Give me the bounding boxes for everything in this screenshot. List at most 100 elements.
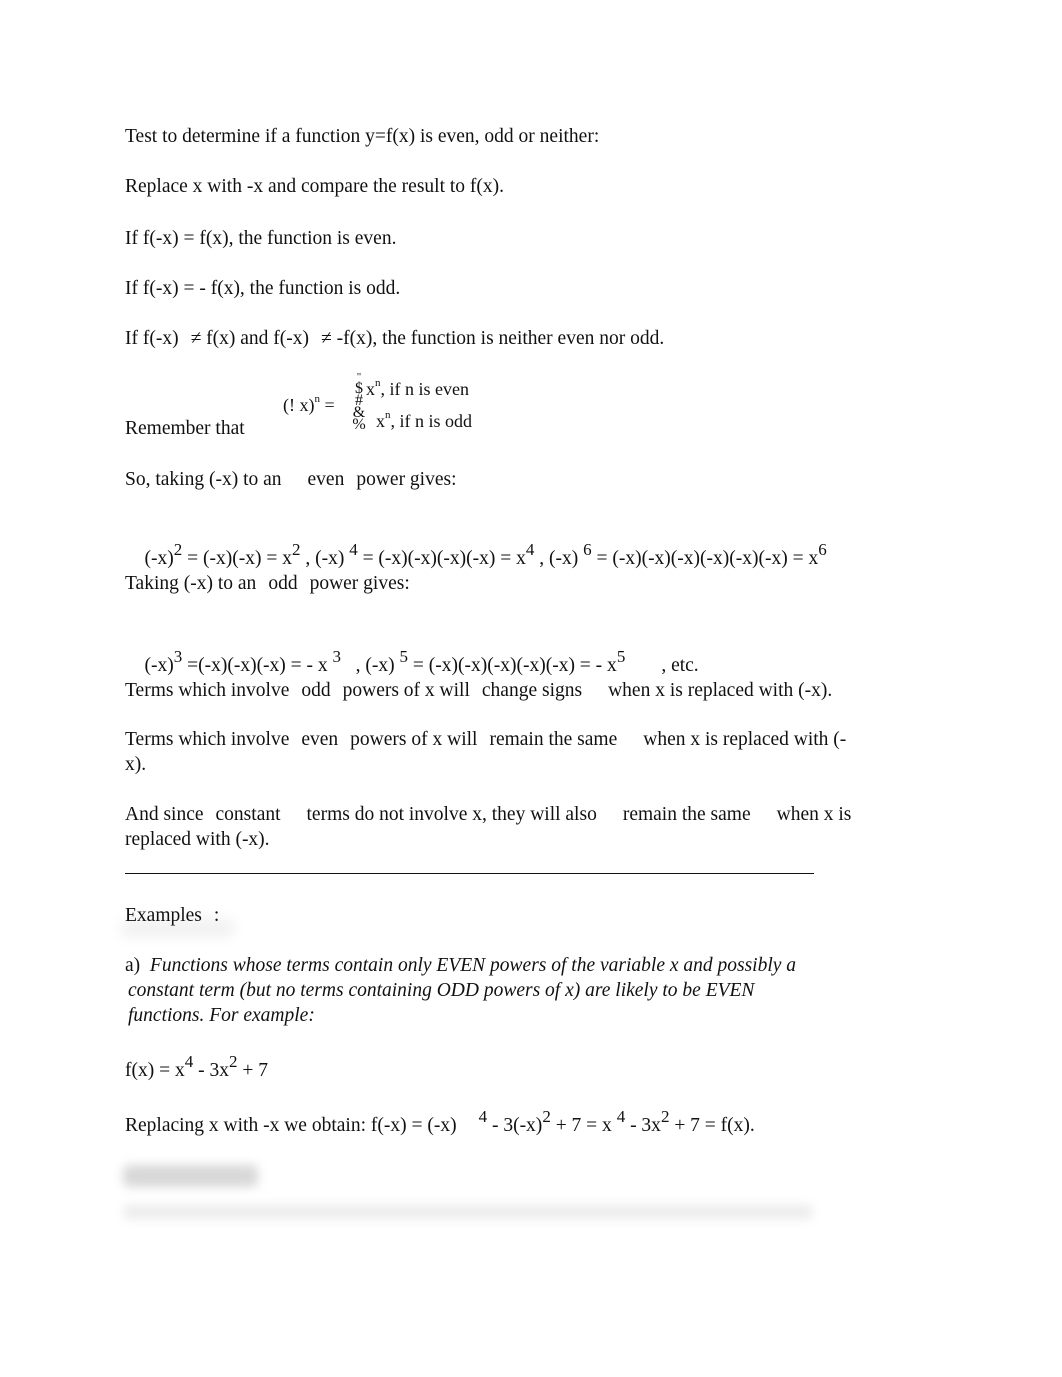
neither-part3: ≠ -f(x), the function is neither even no… xyxy=(321,328,665,349)
equation: (-x) 4 = (-x)(-x)(-x)(-x) = x4 , xyxy=(315,540,549,569)
fx-part: f(x) = x xyxy=(125,1060,185,1081)
emph: even xyxy=(301,729,339,750)
example-a-label: a) xyxy=(125,955,141,976)
emph: constant xyxy=(215,804,281,825)
etc-text: , etc. xyxy=(661,655,699,676)
text: And since xyxy=(125,804,204,825)
blurred-divider xyxy=(123,1205,813,1219)
example-fx: f(x) = x4 - 3x2 + 7 xyxy=(125,1052,268,1083)
heading-emph: even xyxy=(307,469,345,490)
fx-part: - 3x xyxy=(193,1060,229,1081)
even-power-heading: So, taking (-x) to an even power gives: xyxy=(125,467,457,492)
rep-exp: 2 xyxy=(542,1107,551,1126)
rep-exp: 4 xyxy=(478,1107,488,1126)
equation: (-x)2 = (-x)(-x) = x2 , xyxy=(144,540,316,569)
rep-exp: 2 xyxy=(660,1107,670,1126)
rep-part: + 7 = f(x). xyxy=(669,1115,755,1136)
intro-title: Test to determine if a function y=f(x) i… xyxy=(125,126,600,147)
rep-exp: 4 xyxy=(616,1107,626,1126)
heading-part: Taking (-x) to an xyxy=(125,573,257,594)
example-a-line2: constant term (but no terms containing O… xyxy=(128,980,755,1001)
equation: (-x) 5 = (-x)(-x)(-x)(-x)(-x) = - x5 xyxy=(365,647,625,676)
eq-lhs: (-x) xyxy=(365,655,400,676)
text: Terms which involve xyxy=(125,680,290,701)
constant-terms: And since constant terms do not involve x,… xyxy=(125,802,851,827)
case-odd-base: x xyxy=(376,411,385,431)
equation: (-x) 6 = (-x)(-x)(-x)(-x)(-x)(-x) = x6 xyxy=(548,540,827,569)
case-odd-text: , if n is odd xyxy=(390,411,473,431)
eq-lhs-exp: 6 xyxy=(583,540,592,559)
case-even-exp: n xyxy=(375,377,381,389)
neither-part1: If f(-x) xyxy=(125,328,179,349)
case-even: xn, if n is even xyxy=(366,377,469,405)
terms-even-cont: x). xyxy=(125,754,147,775)
equals-sign: = xyxy=(324,395,335,415)
text: Terms which involve xyxy=(125,729,290,750)
examples-heading: Examples: xyxy=(125,903,219,928)
case-even-text: , if n is even xyxy=(380,379,469,399)
even-rule: If f(-x) = f(x), the function is even. xyxy=(125,228,397,249)
lhs-exp: n xyxy=(314,393,320,405)
heading-part: power gives: xyxy=(309,573,410,594)
text: powers of x will xyxy=(350,729,478,750)
case-even-base: x xyxy=(366,379,375,399)
odd-power-heading: Taking (-x) to an odd power gives: xyxy=(125,571,410,596)
eq-rhs-exp: 3 xyxy=(332,647,342,666)
eq-rhs-exp: 6 xyxy=(818,540,827,559)
emph: change signs xyxy=(481,680,583,701)
text: when x is replaced with (-x). xyxy=(608,680,833,701)
eq-mid: =(-x)(-x)(-x) = - x xyxy=(182,655,333,676)
equation: (-x)3 =(-x)(-x)(-x) = - x 3 , xyxy=(144,647,366,676)
text: powers of x will xyxy=(342,680,470,701)
lhs-base: (! x) xyxy=(283,395,315,415)
text: when x is replaced with (- xyxy=(643,729,847,750)
emph: odd xyxy=(301,680,331,701)
eq-sep: , xyxy=(300,548,316,569)
eq-mid: = (-x)(-x)(-x)(-x) = x xyxy=(357,548,526,569)
eq-lhs: (-x) xyxy=(144,655,174,676)
eq-rhs-exp: 4 xyxy=(525,540,535,559)
eq-lhs-exp: 5 xyxy=(399,647,409,666)
heading-part: power gives: xyxy=(356,469,457,490)
piecewise-brace: " $ # &% xyxy=(352,371,366,433)
section-divider xyxy=(125,873,814,874)
eq-sep: , xyxy=(534,548,549,569)
examples-colon: : xyxy=(213,905,220,926)
eq-lhs: (-x) xyxy=(548,548,584,569)
eq-mid: = (-x)(-x) = x xyxy=(182,548,292,569)
eq-lhs: (-x) xyxy=(144,548,174,569)
heading-part: So, taking (-x) to an xyxy=(125,469,282,490)
terms-odd: Terms which involve odd powers of x will ch… xyxy=(125,678,832,703)
case-odd-exp: n xyxy=(385,409,391,421)
neither-rule: If f(-x) ≠ f(x) and f(-x) ≠ -f(x), the fun… xyxy=(125,326,664,351)
eq-lhs: (-x) xyxy=(315,548,350,569)
example-replacing: Replacing x with -x we obtain: f(-x) = (… xyxy=(125,1107,755,1138)
odd-rule: If f(-x) = - f(x), the function is odd. xyxy=(125,278,401,299)
eq-rhs-exp: 5 xyxy=(616,647,626,666)
terms-even: Terms which involve even powers of x will r… xyxy=(125,727,846,752)
example-a-line3: functions. For example: xyxy=(128,1005,315,1026)
case-odd: xn, if n is odd xyxy=(376,409,472,437)
eq-lhs-exp: 4 xyxy=(349,540,358,559)
blurred-content xyxy=(123,1165,258,1187)
eq-mid: = (-x)(-x)(-x)(-x)(-x) = - x xyxy=(408,655,617,676)
eq-lhs-exp: 3 xyxy=(173,647,183,666)
text: when x is xyxy=(776,804,852,825)
heading-emph: odd xyxy=(268,573,298,594)
remember-label: Remember that xyxy=(125,418,245,439)
text: terms do not involve x, they will also xyxy=(306,804,597,825)
eq-lhs-exp: 2 xyxy=(173,540,183,559)
neither-part2: ≠ f(x) and f(-x) xyxy=(190,328,310,349)
rep-part: - 3x xyxy=(625,1115,661,1136)
eq-rhs-exp: 2 xyxy=(291,540,301,559)
fx-part: + 7 xyxy=(237,1060,268,1081)
rep-part: + 7 = x xyxy=(550,1115,617,1136)
example-a-text: Functions whose terms contain only EVEN … xyxy=(149,955,797,976)
emph: remain the same xyxy=(622,804,751,825)
constant-terms-cont: replaced with (-x). xyxy=(125,829,270,850)
examples-label: Examples xyxy=(125,905,202,926)
intro-replace: Replace x with -x and compare the result… xyxy=(125,176,505,197)
fx-exp: 4 xyxy=(184,1052,194,1071)
rep-part: - 3(-x) xyxy=(487,1115,543,1136)
emph: remain the same xyxy=(489,729,618,750)
